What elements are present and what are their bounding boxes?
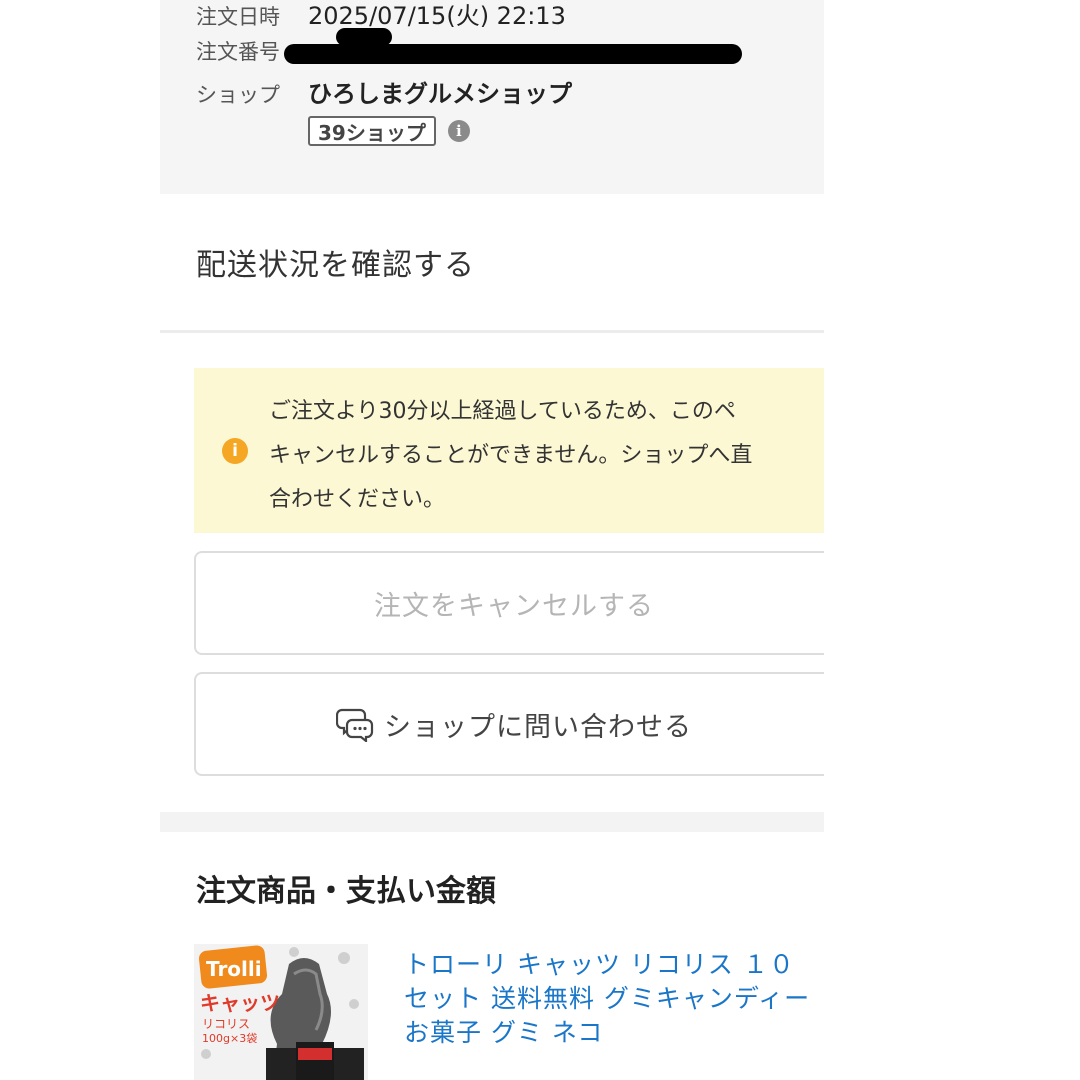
product-title-link[interactable]: トローリ キャッツ リコリス １０ セット 送料無料 グミキャンディー お菓子 … bbox=[404, 948, 824, 1050]
order-info-panel: 注文日時 2025/07/15(火) 22:13 注文番号 ショップ ひろしまグ… bbox=[160, 0, 824, 194]
shop-badge-row: 39ショップ i bbox=[308, 116, 470, 146]
cancel-order-label: 注文をキャンセルする bbox=[374, 590, 654, 622]
product-image: Trolli キャッツ リコリス 100g×3袋 bbox=[194, 944, 368, 1080]
check-delivery-status-link[interactable]: 配送状況を確認する bbox=[196, 240, 475, 284]
product-image-brand: Trolli bbox=[206, 957, 262, 981]
cancel-order-button[interactable]: 注文をキャンセルする bbox=[194, 551, 824, 655]
product-title-line: トローリ キャッツ リコリス １０ bbox=[404, 950, 795, 979]
shop-label: ショップ bbox=[196, 83, 280, 107]
product-thumbnail[interactable]: Trolli キャッツ リコリス 100g×3袋 bbox=[194, 944, 368, 1080]
divider bbox=[160, 330, 824, 333]
notice-line: 合わせください。 bbox=[269, 487, 446, 512]
section-divider bbox=[160, 812, 824, 832]
product-image-qty: 100g×3袋 bbox=[202, 1031, 257, 1045]
product-title-line: セット 送料無料 グミキャンディー bbox=[404, 984, 811, 1013]
info-icon[interactable]: i bbox=[447, 120, 470, 142]
product-image-sub: リコリス bbox=[202, 1017, 250, 1031]
notice-line: ご注文より30分以上経過しているため、このペ bbox=[269, 399, 736, 424]
order-date-label: 注文日時 bbox=[196, 5, 280, 29]
notice-line: キャンセルすることができません。ショップへ直 bbox=[269, 443, 753, 468]
warning-info-icon: i bbox=[222, 438, 248, 464]
shop-39-badge: 39ショップ bbox=[308, 116, 436, 146]
order-date-row: 注文日時 2025/07/15(火) 22:13 bbox=[196, 0, 566, 31]
product-image-text: キャッツ bbox=[200, 991, 280, 1015]
shop-row: ショップ ひろしまグルメショップ bbox=[196, 74, 572, 109]
cancel-notice-banner: i ご注文より30分以上経過しているため、このペ キャンセルすることができません… bbox=[194, 368, 824, 533]
chat-bubbles-icon bbox=[336, 708, 374, 742]
order-date-value: 2025/07/15(火) 22:13 bbox=[308, 2, 566, 30]
shop-name-link[interactable]: ひろしまグルメショップ bbox=[308, 74, 572, 109]
redaction-bar bbox=[284, 44, 742, 64]
contact-shop-label: ショップに問い合わせる bbox=[384, 711, 692, 743]
product-title-line: お菓子 グミ ネコ bbox=[404, 1018, 604, 1047]
order-items-title: 注文商品・支払い金額 bbox=[196, 874, 496, 909]
contact-shop-button[interactable]: ショップに問い合わせる bbox=[194, 672, 824, 776]
order-detail-screen: 注文日時 2025/07/15(火) 22:13 注文番号 ショップ ひろしまグ… bbox=[160, 0, 824, 1080]
